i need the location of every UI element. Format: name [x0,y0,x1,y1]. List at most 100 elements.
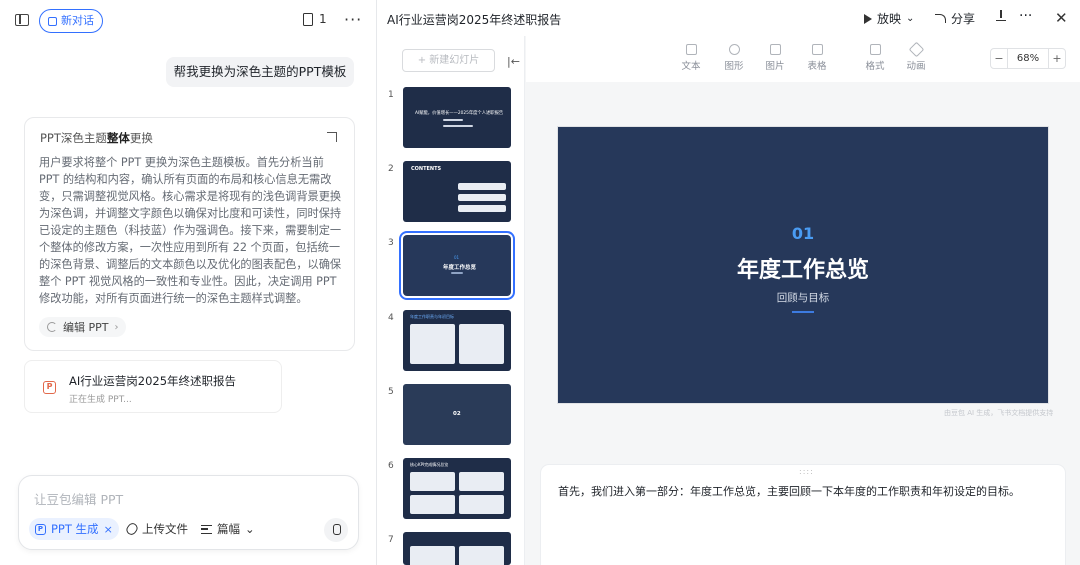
table-tool-label: 表格 [807,61,827,72]
more-options-button[interactable]: ··· [344,10,362,29]
edit-icon [48,16,57,26]
table-tool-button[interactable]: 表格 [802,44,832,72]
slide-thumb-1: AI赋能，价值增长——2025年度个人述职报告 [403,87,511,148]
image-tool-label: 图片 [765,61,785,72]
new-chat-label: 新对话 [61,14,94,27]
play-icon [864,13,872,24]
thinking-body: 用户要求将整个 PPT 更换为深色主题模板。首先分析当前 PPT 的结构和内容，… [39,156,342,305]
zoom-out-button[interactable]: − [991,52,1007,65]
ppt-card-status: 正在生成 PPT... [69,395,132,405]
slide-thumb-7 [403,532,511,565]
shape-tool-label: 图形 [724,61,744,72]
loading-spinner-icon [47,322,57,332]
image-tool-button[interactable]: 图片 [760,44,790,72]
download-button[interactable] [996,10,1006,21]
image-icon [769,44,781,55]
ppt-file-icon: P [43,381,56,394]
user-message: 帮我更换为深色主题的PPT模板 [166,57,354,87]
chat-input-placeholder[interactable]: 让豆包编辑 PPT [34,489,123,508]
thinking-title: PPT深色主题整体更换 [40,131,153,145]
play-button[interactable]: 放映 ⌄ [864,10,914,27]
length-icon [201,524,212,534]
sidebar-toggle-icon[interactable] [15,14,29,26]
slide-thumb-6: 核心KPI完成情况总览 [403,458,511,519]
drag-handle-icon[interactable]: :::: [799,467,814,476]
speaker-notes-panel[interactable]: :::: 首先，我们进入第一部分：年度工作总览，主要回顾一下本年度的工作职责和年… [541,465,1065,565]
thumb-title: AI赋能，价值增长——2025年度个人述职报告 [415,111,504,116]
chevron-down-icon: ⌄ [245,522,255,536]
format-brush-icon [869,44,881,55]
text-tool-button[interactable]: 文本 [676,44,706,72]
text-tool-label: 文本 [681,61,701,72]
thumb-title: 年度工作职责与年初目标 [410,314,454,319]
paperclip-icon [124,521,140,537]
slide-number: 2 [388,164,394,174]
slide-thumb-4: 年度工作职责与年初目标 [403,310,511,371]
upload-file-label: 上传文件 [142,522,188,536]
table-icon [811,44,823,55]
slide-title[interactable]: 年度工作总览 [558,252,1048,284]
thumb-title: 02 [453,411,461,417]
slide-subtitle[interactable]: 回顾与目标 [558,290,1048,305]
chat-input-box[interactable]: 让豆包编辑 PPT P PPT 生成 × 上传文件 篇幅 ⌄ [18,475,359,550]
share-button[interactable]: 分享 [935,10,975,27]
new-chat-button[interactable]: 新对话 [39,9,103,33]
shape-tool-button[interactable]: 图形 [719,44,749,72]
zoom-in-button[interactable]: + [1049,52,1065,65]
slide-number: 6 [388,461,394,471]
more-icon: ··· [1019,8,1033,24]
thinking-card: PPT深色主题整体更换 用户要求将整个 PPT 更换为深色主题模板。首先分析当前… [24,117,355,351]
length-dropdown[interactable]: 篇幅 ⌄ [201,521,255,537]
close-button[interactable]: ✕ [1055,9,1068,27]
editor-more-button[interactable]: ··· [1019,8,1032,24]
title-underline [792,311,814,313]
slide-thumbnails-panel: + 新建幻灯片 |← 1 AI赋能，价值增长——2025年度个人述职报告 2 C… [378,36,525,565]
ppt-generate-chip[interactable]: P PPT 生成 × [29,518,119,540]
ppt-file-card[interactable]: P AI行业运营岗2025年终述职报告 正在生成 PPT... [24,360,282,413]
document-icon [303,12,313,26]
chip-close-icon[interactable]: × [104,523,113,536]
play-label: 放映 [877,12,902,26]
edit-ppt-label: 编辑 PPT [63,321,109,334]
chat-topbar: 新对话 1 ··· [0,0,377,42]
share-icon [935,14,946,23]
section-number[interactable]: 01 [558,224,1048,243]
chevron-right-icon: › [114,321,119,333]
ai-watermark: 由豆包 AI 生成，飞书文档提供支持 [944,409,1054,417]
slide-thumb-3: 01 年度工作总览 [399,231,515,300]
edit-ppt-step[interactable]: 编辑 PPT › [39,317,127,337]
format-tool-button[interactable]: 格式 [860,44,890,72]
zoom-value[interactable]: 68% [1007,49,1049,68]
chat-panel: 新对话 1 ··· 帮我更换为深色主题的PPT模板 PPT深色主题整体更换 用户… [0,0,377,565]
ppt-chip-label: PPT 生成 [51,522,99,536]
ppt-editor: AI行业运营岗2025年终述职报告 放映 ⌄ 分享 ··· ✕ + 新建幻灯片 … [378,0,1080,565]
close-icon: ✕ [1055,9,1068,27]
slide-number: 3 [388,238,394,248]
documents-button[interactable]: 1 [303,12,327,26]
collapse-panel-icon[interactable]: |← [507,55,520,68]
document-title: AI行业运营岗2025年终述职报告 [387,13,562,27]
slide-canvas[interactable]: 01 年度工作总览 回顾与目标 [558,127,1048,403]
slide-number: 4 [388,313,394,323]
zoom-control: − 68% + [990,48,1066,69]
text-icon [685,44,697,55]
document-count: 1 [319,12,327,26]
slide-number: 7 [388,535,394,545]
editor-toolbar: 文本 图形 图片 表格 格式 动画 − 68% + [526,36,1080,82]
editor-header: AI行业运营岗2025年终述职报告 放映 ⌄ 分享 ··· ✕ [378,0,1080,36]
expand-icon[interactable] [327,132,337,142]
speaker-notes-text[interactable]: 首先，我们进入第一部分：年度工作总览，主要回顾一下本年度的工作职责和年初设定的目… [558,483,1020,499]
thumb-title: 核心KPI完成情况总览 [410,462,449,467]
ppt-card-title: AI行业运营岗2025年终述职报告 [69,374,237,388]
new-slide-button[interactable]: + 新建幻灯片 [402,49,495,72]
share-label: 分享 [951,12,976,26]
microphone-icon[interactable] [324,518,348,542]
slide-thumb-5: 02 [403,384,511,445]
chevron-down-icon: ⌄ [906,13,915,24]
upload-file-button[interactable]: 上传文件 [124,521,188,537]
animation-tool-button[interactable]: 动画 [901,41,931,72]
ppt-icon: P [35,523,46,535]
slide-thumb-2: CONTENTS [403,161,511,222]
animation-icon [908,41,924,58]
download-icon [996,10,1006,21]
